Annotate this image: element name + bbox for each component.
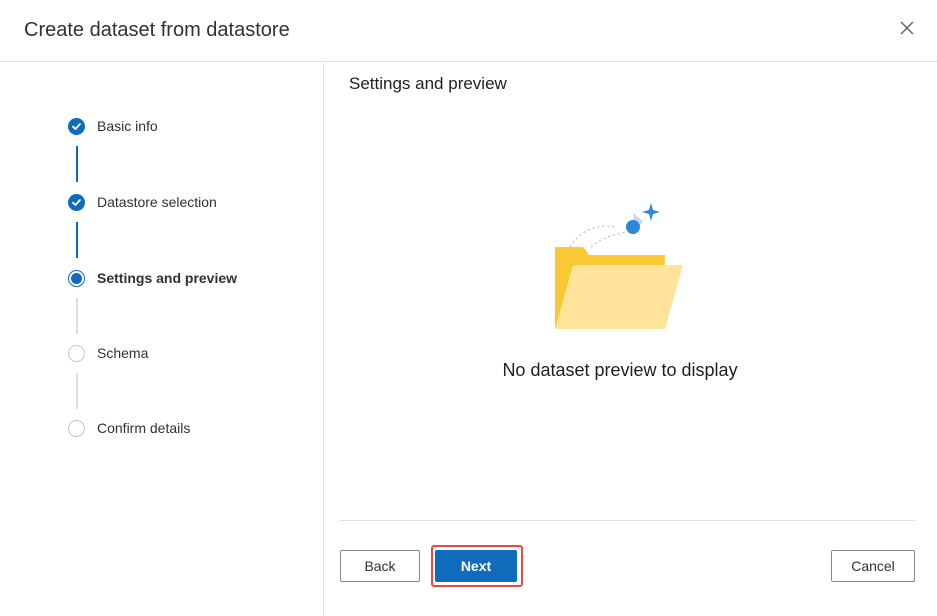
empty-state-message: No dataset preview to display — [502, 360, 738, 380]
dialog-header: Create dataset from datastore — [0, 0, 937, 62]
pending-step-icon — [68, 344, 85, 362]
step-label: Schema — [97, 345, 149, 361]
step-settings-and-preview[interactable]: Settings and preview — [68, 268, 237, 288]
step-datastore-selection[interactable]: Datastore selection — [68, 192, 217, 212]
step-connector — [76, 222, 78, 258]
step-label: Settings and preview — [97, 270, 238, 286]
close-icon — [900, 21, 914, 35]
step-connector — [76, 298, 78, 334]
dialog-title: Create dataset from datastore — [24, 19, 290, 41]
cancel-button[interactable]: Cancel — [831, 550, 915, 582]
section-title: Settings and preview — [349, 74, 507, 93]
next-button[interactable]: Next — [435, 550, 517, 582]
main-panel: Settings and preview No dataset preview … — [325, 63, 937, 616]
step-connector — [76, 146, 78, 182]
step-schema[interactable]: Schema — [68, 343, 148, 363]
step-label: Basic info — [97, 118, 158, 134]
step-label: Confirm details — [97, 420, 191, 436]
step-confirm-details[interactable]: Confirm details — [68, 418, 190, 438]
step-connector — [76, 373, 78, 409]
step-label: Datastore selection — [97, 194, 217, 210]
current-step-indicator-icon — [68, 269, 85, 287]
step-basic-info[interactable]: Basic info — [68, 116, 158, 136]
close-button[interactable] — [895, 16, 919, 40]
empty-folder-icon — [555, 203, 683, 329]
back-button[interactable]: Back — [340, 550, 420, 582]
pending-step-icon — [68, 419, 85, 437]
checkmark-icon — [68, 117, 85, 135]
checkmark-icon — [68, 193, 85, 211]
wizard-stepper: Basic info Datastore selection Settings … — [0, 63, 324, 616]
footer-divider — [340, 520, 915, 521]
